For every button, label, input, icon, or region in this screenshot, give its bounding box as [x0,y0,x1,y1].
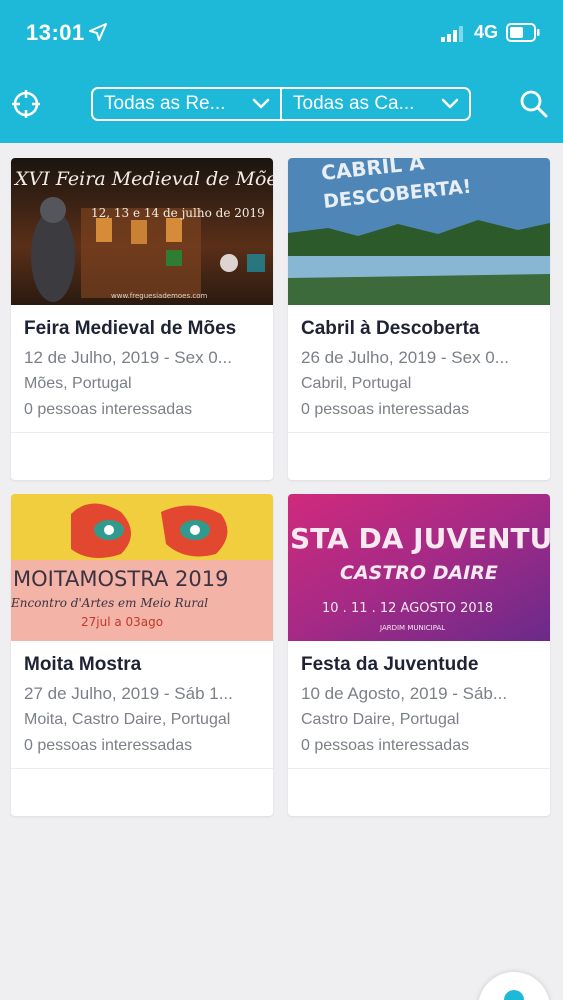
image-text-line2: CASTRO DAIRE [340,562,498,584]
event-location: Moita, Castro Daire, Portugal [24,711,231,728]
image-text-line1: XVI Feira Medieval de Mões [13,168,273,190]
event-card-feira-medieval[interactable]: XVI Feira Medieval de Mões 12, 13 e 14 d… [11,158,273,480]
event-title: Moita Mostra [24,654,142,675]
event-card-moita-mostra[interactable]: MOITAMOSTRA 2019 Encontro d'Artes em Mei… [11,494,273,816]
event-card-festa-juventude[interactable]: STA DA JUVENTU CASTRO DAIRE 10 . 11 . 12… [288,494,550,816]
event-location: Mões, Portugal [24,375,132,392]
filter-group: Todas as Re... Todas as Ca... [91,87,471,121]
event-image: STA DA JUVENTU CASTRO DAIRE 10 . 11 . 12… [288,494,550,641]
app-header: 13:01 4G Todas as Re... Todas as Ca... [0,0,563,143]
event-title: Cabril à Descoberta [301,318,480,339]
card-divider [288,432,550,433]
crosshair-icon[interactable] [10,88,42,120]
card-divider [11,768,273,769]
image-text-line1: STA DA JUVENTU [290,522,550,555]
network-type: 4G [474,22,499,42]
image-text-line4: JARDIM MUNICIPAL [379,624,445,632]
image-text-line3: 27jul a 03ago [81,615,163,629]
chevron-down-icon [252,98,270,109]
map-pin-icon [504,990,524,1000]
event-date: 10 de Agosto, 2019 - Sáb... [301,684,508,703]
event-image: CABRIL À DESCOBERTA! [288,158,550,305]
image-text-line1: MOITAMOSTRA 2019 [13,567,228,591]
event-interested-count: 0 pessoas interessadas [301,737,470,754]
card-divider [288,768,550,769]
search-icon[interactable] [518,88,550,120]
event-date: 27 de Julho, 2019 - Sáb 1... [24,684,233,703]
image-text-line3: www.freguesiademoes.com [111,292,207,300]
event-image: MOITAMOSTRA 2019 Encontro d'Artes em Mei… [11,494,273,641]
event-image: XVI Feira Medieval de Mões 12, 13 e 14 d… [11,158,273,305]
event-title: Feira Medieval de Mões [24,318,237,339]
map-fab-button[interactable] [478,972,550,1000]
image-text-line2: 12, 13 e 14 de julho de 2019 [91,206,265,220]
image-text-line2: Encontro d'Artes em Meio Rural [11,596,208,610]
image-text-line3: 10 . 11 . 12 AGOSTO 2018 [322,601,493,616]
location-arrow-icon [89,23,107,41]
event-date: 12 de Julho, 2019 - Sex 0... [24,348,232,367]
battery-icon [506,23,540,42]
signal-bars-icon [441,26,463,42]
event-title: Festa da Juventude [301,654,479,675]
event-interested-count: 0 pessoas interessadas [24,737,193,754]
event-card-cabril[interactable]: CABRIL À DESCOBERTA! Cabril à Descoberta… [288,158,550,480]
event-interested-count: 0 pessoas interessadas [301,401,470,418]
event-date: 26 de Julho, 2019 - Sex 0... [301,348,509,367]
chevron-down-icon [441,98,459,109]
region-filter-dropdown[interactable]: Todas as Re... [93,89,280,119]
event-interested-count: 0 pessoas interessadas [24,401,193,418]
card-divider [11,432,273,433]
region-filter-label: Todas as Re... [104,93,226,114]
category-filter-dropdown[interactable]: Todas as Ca... [280,89,469,119]
status-time: 13:01 [26,20,85,45]
category-filter-label: Todas as Ca... [293,93,415,114]
event-location: Castro Daire, Portugal [301,711,460,728]
event-location: Cabril, Portugal [301,375,412,392]
